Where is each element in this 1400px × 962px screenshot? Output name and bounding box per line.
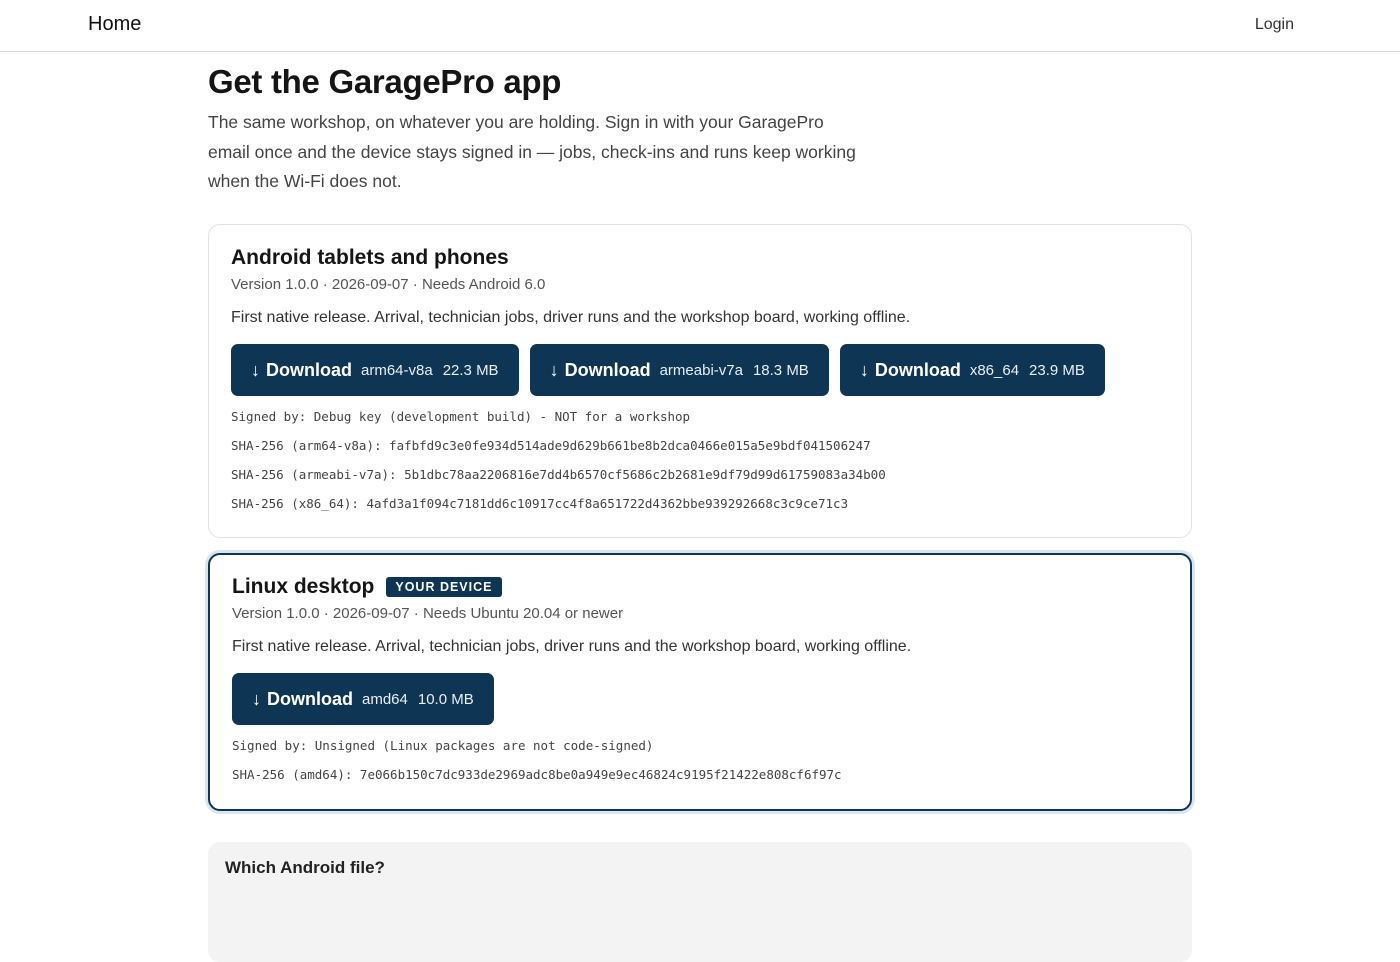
faq-title: Which Android file?	[225, 858, 385, 877]
android-title: Android tablets and phones	[231, 225, 1169, 270]
arrow-down-icon: ↓	[251, 359, 260, 380]
top-nav: Home Login	[0, 0, 1400, 52]
download-label: Download	[564, 359, 651, 380]
arrow-down-icon: ↓	[549, 359, 559, 380]
linux-meta: Version 1.0.0 · 2026-09-07 · Needs Ubunt…	[232, 605, 624, 622]
linux-title: Linux desktop YOUR DEVICE	[232, 555, 1168, 599]
download-label: Download	[266, 359, 352, 380]
home-link[interactable]: Home	[88, 13, 141, 36]
arrow-down-icon: ↓	[252, 688, 261, 709]
download-button-amd64[interactable]: ↓ Download amd64 10.0 MB	[232, 673, 494, 725]
linux-signed-by: Signed by: Unsigned (Linux packages are …	[232, 738, 654, 753]
android-description: First native release. Arrival, technicia…	[231, 309, 911, 326]
android-hash-arm64-v8a: SHA-256 (arm64-v8a): fafbfd9c3e0fe934d51…	[231, 438, 871, 453]
linux-title-text: Linux desktop	[232, 575, 375, 598]
download-arch: armeabi-v7a	[659, 361, 743, 379]
download-arch: amd64	[362, 690, 408, 708]
download-arch: x86_64	[969, 361, 1020, 379]
main-content: Get the GaragePro app The same workshop,…	[208, 52, 1192, 962]
download-size: 10.0 MB	[417, 690, 474, 708]
android-file-faq: Which Android file?	[208, 842, 1192, 962]
page-intro: The same workshop, on whatever you are h…	[208, 112, 856, 191]
page-title: Get the GaragePro app	[208, 63, 562, 100]
download-size: 18.3 MB	[752, 361, 809, 379]
android-download-buttons: ↓ Download arm64-v8a 22.3 MB ↓ Download …	[231, 344, 1169, 396]
login-link[interactable]: Login	[1255, 16, 1294, 34]
android-hash-x86_64: SHA-256 (x86_64): 4afd3a1f094c7181dd6c10…	[231, 496, 849, 511]
download-button-x86_64[interactable]: ↓ Download x86_64 23.9 MB	[839, 344, 1105, 396]
arrow-down-icon: ↓	[859, 359, 869, 380]
linux-description: First native release. Arrival, technicia…	[232, 638, 912, 655]
android-title-text: Android tablets and phones	[231, 246, 509, 269]
linux-download-buttons: ↓ Download amd64 10.0 MB	[232, 673, 1168, 725]
linux-card: Linux desktop YOUR DEVICE Version 1.0.0 …	[208, 553, 1192, 811]
download-label: Download	[874, 359, 961, 380]
download-label: Download	[267, 688, 353, 709]
linux-hash-amd64: SHA-256 (amd64): 7e066b150c7dc933de2969a…	[232, 767, 842, 782]
download-arch: arm64-v8a	[361, 361, 433, 379]
android-card: Android tablets and phones Version 1.0.0…	[208, 224, 1192, 538]
download-size: 23.9 MB	[1029, 361, 1085, 379]
download-size: 22.3 MB	[442, 361, 499, 379]
your-device-badge: YOUR DEVICE	[386, 577, 502, 597]
android-signed-by: Signed by: Debug key (development build)…	[231, 409, 691, 424]
download-button-arm64-v8a[interactable]: ↓ Download arm64-v8a 22.3 MB	[231, 344, 519, 396]
android-meta: Version 1.0.0 · 2026-09-07 · Needs Andro…	[231, 276, 546, 293]
android-hash-armeabi-v7a: SHA-256 (armeabi-v7a): 5b1dbc78aa2206816…	[231, 467, 886, 482]
download-button-armeabi-v7a[interactable]: ↓ Download armeabi-v7a 18.3 MB	[529, 344, 829, 396]
